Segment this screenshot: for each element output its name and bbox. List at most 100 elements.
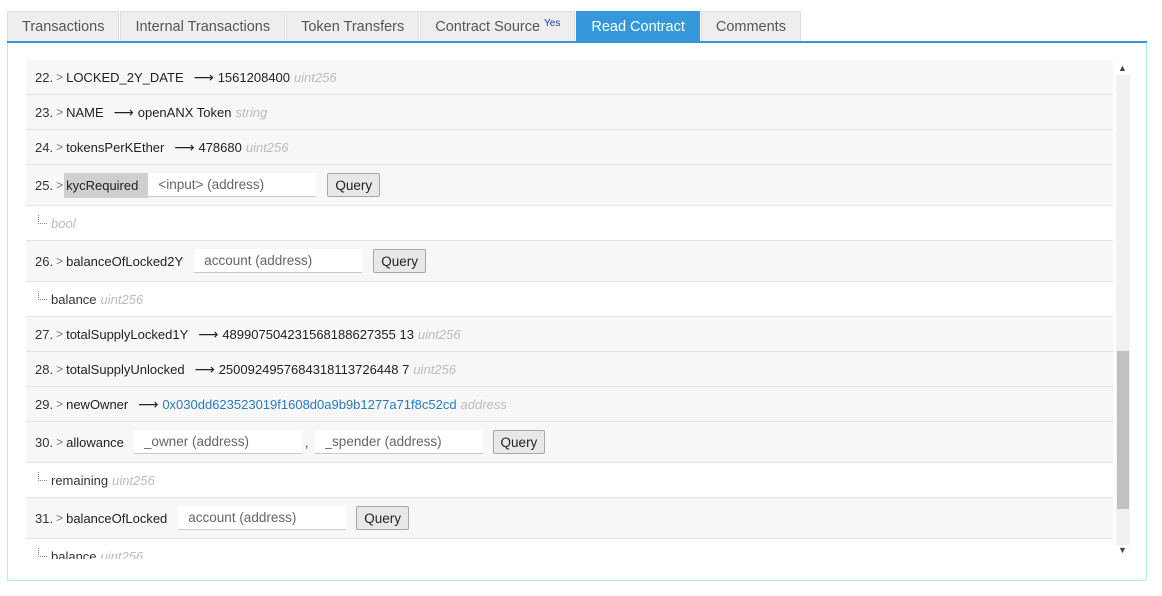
function-value: 2500924957684318113726448 7	[218, 361, 410, 377]
row-number: 28.	[35, 361, 54, 377]
chevron-right-icon[interactable]: >	[56, 70, 63, 84]
scroll-up-arrow-icon[interactable]: ▲	[1116, 61, 1129, 75]
chevron-right-icon[interactable]: >	[56, 178, 63, 192]
tab-transactions[interactable]: Transactions	[7, 11, 120, 42]
read-contract-panel: 22. > LOCKED_2Y_DATE ⟶ 1561208400 uint25…	[7, 43, 1147, 581]
function-value: openANX Token	[137, 104, 232, 120]
owner-input[interactable]	[133, 430, 302, 454]
function-name: balanceOfLocked2Y	[66, 253, 184, 269]
function-row: 30. > allowance , Query	[26, 422, 1113, 463]
function-value: 478680	[198, 139, 242, 155]
tree-branch-icon	[38, 471, 47, 481]
tab-bar: Transactions Internal Transactions Token…	[7, 11, 802, 42]
owner-address-link[interactable]: 0x030dd623523019f1608d0a9b9b1277a71f8c52…	[162, 397, 456, 412]
account-input[interactable]	[194, 249, 363, 273]
chevron-right-icon[interactable]: >	[56, 327, 63, 341]
row-number: 30.	[35, 434, 54, 450]
function-name: NAME	[66, 104, 104, 120]
type-hint: uint256	[413, 361, 456, 377]
output-type: uint256	[100, 291, 144, 307]
function-row: 27. > totalSupplyLocked1Y ⟶ 489907504231…	[26, 317, 1113, 352]
function-row: 23. > NAME ⟶ openANX Token string	[26, 95, 1113, 130]
query-button[interactable]: Query	[492, 430, 546, 454]
tab-label: Token Transfers	[301, 19, 405, 35]
row-number: 26.	[35, 253, 54, 269]
function-row: 26. > balanceOfLocked2Y Query	[26, 241, 1113, 282]
verified-badge: Yes	[544, 17, 561, 29]
chevron-right-icon[interactable]: >	[56, 254, 63, 268]
output-type: bool	[51, 215, 76, 231]
chevron-right-icon[interactable]: >	[56, 140, 63, 154]
address-input[interactable]	[148, 173, 317, 197]
row-number: 23.	[35, 104, 54, 120]
query-button[interactable]: Query	[327, 173, 381, 197]
scrollbar-thumb[interactable]	[1117, 351, 1129, 509]
type-hint: address	[460, 396, 507, 412]
output-name: remaining	[51, 472, 109, 488]
row-number: 27.	[35, 326, 54, 342]
tab-comments[interactable]: Comments	[700, 11, 801, 42]
type-hint: uint256	[294, 69, 337, 85]
arrow-right-icon: ⟶	[193, 68, 214, 85]
output-type: uint256	[100, 548, 144, 560]
row-number: 22.	[35, 69, 54, 85]
arrow-right-icon: ⟶	[194, 360, 215, 377]
account-input[interactable]	[178, 506, 347, 530]
tab-contract-source[interactable]: Contract Source Yes	[420, 11, 576, 42]
arrow-right-icon: ⟶	[174, 138, 195, 155]
tab-label: Internal Transactions	[135, 19, 271, 35]
function-output-row: bool	[26, 206, 1113, 241]
output-type: uint256	[112, 472, 155, 488]
separator: ,	[304, 434, 309, 450]
chevron-right-icon[interactable]: >	[56, 362, 63, 376]
contract-functions-list[interactable]: 22. > LOCKED_2Y_DATE ⟶ 1561208400 uint25…	[26, 60, 1139, 559]
type-hint: uint256	[245, 139, 289, 155]
chevron-right-icon[interactable]: >	[56, 397, 63, 411]
function-value: 489907504231568188627355 13	[222, 326, 414, 342]
row-number: 29.	[35, 396, 54, 412]
function-name: totalSupplyUnlocked	[66, 361, 185, 377]
function-name: totalSupplyLocked1Y	[66, 326, 189, 342]
row-number: 25.	[35, 177, 54, 193]
function-output-row: remaining uint256	[26, 463, 1113, 498]
row-number: 24.	[35, 139, 54, 155]
spender-input[interactable]	[314, 430, 483, 454]
arrow-right-icon: ⟶	[198, 325, 219, 342]
tab-token-transfers[interactable]: Token Transfers	[286, 11, 420, 42]
function-row: 24. > tokensPerKEther ⟶ 478680 uint256	[26, 130, 1113, 165]
function-name: newOwner	[66, 396, 129, 412]
tree-branch-icon	[38, 290, 47, 300]
query-button[interactable]: Query	[373, 249, 426, 273]
arrow-right-icon: ⟶	[138, 395, 159, 412]
function-row: 22. > LOCKED_2Y_DATE ⟶ 1561208400 uint25…	[26, 60, 1113, 95]
tab-read-contract[interactable]: Read Contract	[576, 11, 700, 42]
function-name: allowance	[66, 434, 124, 450]
tab-label: Read Contract	[591, 19, 685, 35]
function-row: 25. > kycRequired Query	[26, 165, 1113, 206]
output-name: balance	[51, 291, 97, 307]
type-hint: uint256	[417, 326, 461, 342]
chevron-right-icon[interactable]: >	[56, 105, 63, 119]
function-output-row: balance uint256	[26, 282, 1113, 317]
output-name: balance	[51, 548, 97, 560]
chevron-right-icon[interactable]: >	[56, 511, 63, 525]
tab-label: Contract Source	[435, 19, 541, 35]
row-number: 31.	[35, 510, 54, 526]
type-hint: string	[235, 104, 268, 120]
function-output-row: balance uint256	[26, 539, 1113, 559]
tree-branch-icon	[38, 214, 47, 224]
function-name: tokensPerKEther	[66, 139, 165, 155]
tab-label: Transactions	[22, 19, 105, 35]
scroll-down-arrow-icon[interactable]: ▼	[1116, 543, 1129, 557]
function-name: LOCKED_2Y_DATE	[66, 69, 184, 85]
chevron-right-icon[interactable]: >	[56, 435, 63, 449]
function-name: kycRequired	[64, 172, 149, 198]
arrow-right-icon: ⟶	[113, 103, 134, 120]
function-name: balanceOfLocked	[66, 510, 168, 526]
function-row: 31. > balanceOfLocked Query	[26, 498, 1113, 539]
query-button[interactable]: Query	[356, 506, 410, 530]
function-row: 28. > totalSupplyUnlocked ⟶ 250092495768…	[26, 352, 1113, 387]
function-value: 1561208400	[217, 69, 291, 85]
tab-internal-transactions[interactable]: Internal Transactions	[120, 11, 286, 42]
tab-label: Comments	[715, 19, 786, 35]
